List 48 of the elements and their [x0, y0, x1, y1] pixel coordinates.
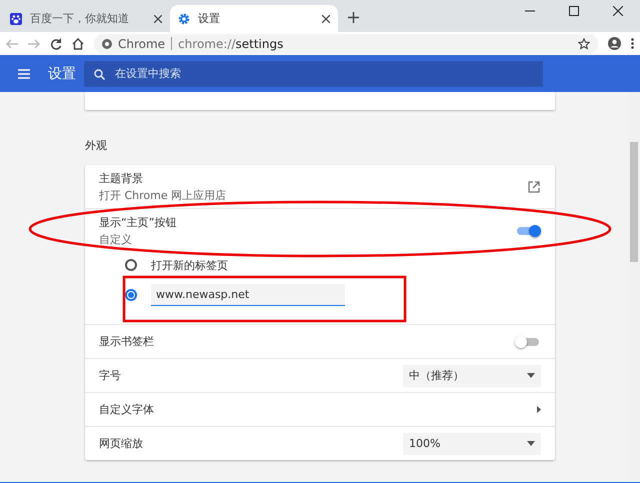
paw-icon [10, 12, 22, 24]
radio-button[interactable] [125, 289, 137, 301]
row-subtitle: 打开 Chrome 网上应用店 [99, 188, 228, 202]
address-bar[interactable]: Chrome chrome://settings [94, 34, 598, 54]
back-arrow-icon [6, 38, 18, 48]
row-title: 自定义字体 [99, 402, 155, 417]
site-label: Chrome [118, 36, 166, 50]
row-title: 字号 [99, 368, 122, 383]
dropdown[interactable]: 100% [403, 432, 541, 454]
close-icon [613, 6, 623, 16]
plus-icon [348, 12, 359, 23]
toggle-switch[interactable] [515, 334, 541, 348]
external-link-icon [527, 180, 541, 194]
row-title: 主题背景 [99, 170, 144, 186]
url-scheme: chrome:// [178, 36, 236, 50]
url-path: settings [236, 36, 284, 50]
reload-icon [50, 38, 62, 50]
browser-tab[interactable]: 百度一下，你就知道 [2, 5, 170, 32]
browser-tab[interactable]: 设置 [170, 5, 338, 32]
reload-button[interactable] [50, 38, 62, 50]
page-title: 设置 [48, 64, 77, 82]
caret-icon [527, 373, 535, 378]
settings-icon [178, 12, 190, 24]
menu-icon [18, 68, 30, 78]
search-field[interactable]: 在设置中搜索 [84, 60, 543, 86]
account-icon [608, 37, 621, 50]
row-title: 显示书签栏 [99, 334, 155, 349]
maximize-icon [569, 6, 579, 16]
toggle-switch[interactable] [515, 224, 541, 238]
section-title: 外观 [85, 138, 108, 153]
close-icon [154, 14, 162, 22]
row-title: 显示“主页”按钮 [99, 214, 178, 230]
row-subtitle: 自定义 [99, 232, 133, 246]
caret-icon [527, 441, 535, 446]
account-button[interactable] [608, 37, 621, 50]
search-icon [94, 68, 105, 80]
home-button[interactable] [72, 38, 84, 50]
radio-label: 打开新的标签页 [151, 258, 228, 272]
forward-arrow-icon [28, 38, 40, 48]
url-input-field[interactable]: www.newasp.net [151, 284, 345, 306]
dropdown[interactable]: 中（推荐） [403, 364, 541, 386]
radio-button[interactable] [125, 259, 137, 271]
close-icon [322, 14, 330, 22]
home-icon [72, 38, 84, 50]
star-icon [578, 38, 590, 50]
row-title: 网页缩放 [99, 436, 144, 451]
chrome-logo-icon [102, 38, 112, 48]
chevron-icon [537, 406, 541, 413]
